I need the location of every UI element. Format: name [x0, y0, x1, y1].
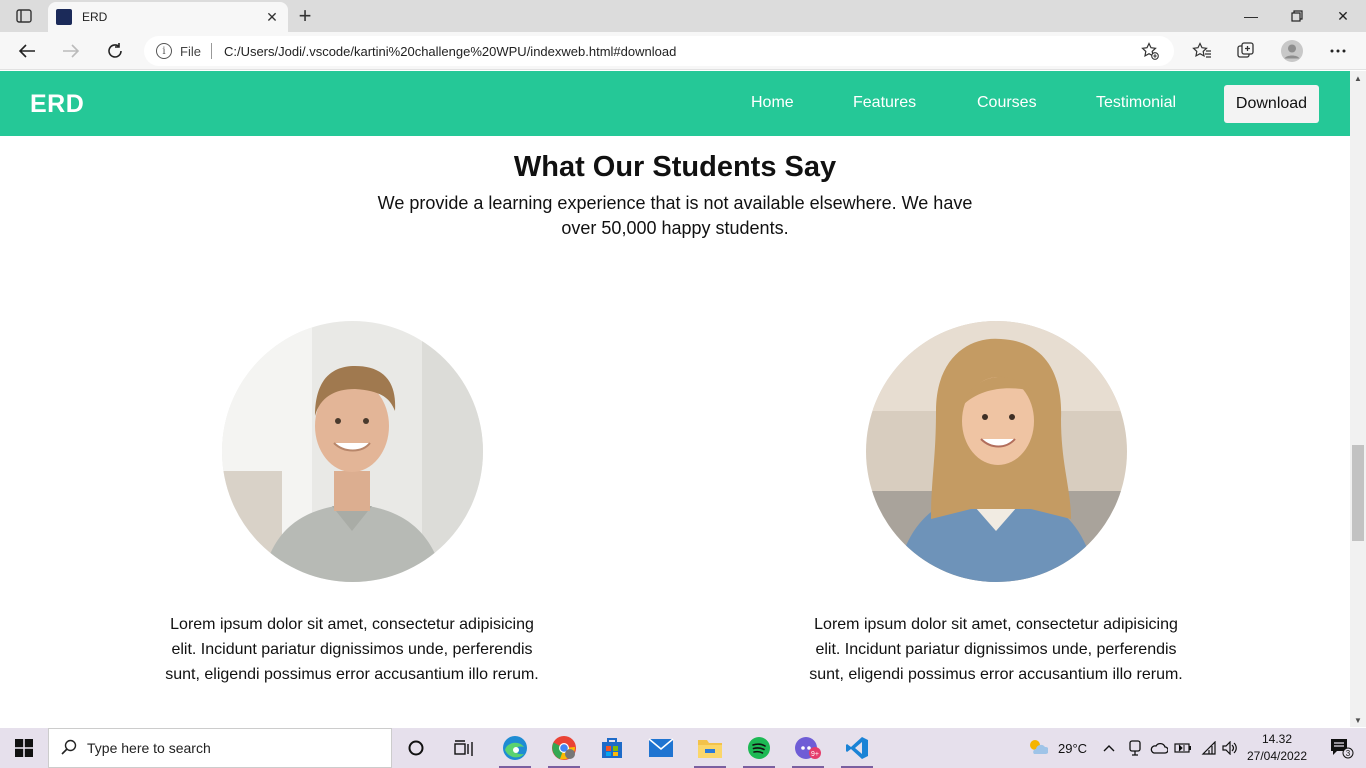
weather-temp: 29°C	[1058, 740, 1088, 756]
testimonial-text-1: Lorem ipsum dolor sit amet, consectetur …	[165, 616, 539, 683]
clock-time: 14.32	[1261, 732, 1293, 746]
meet-now-icon[interactable]	[1128, 728, 1142, 768]
profile-avatar-icon[interactable]	[1277, 36, 1307, 66]
student-male-avatar	[222, 321, 483, 582]
wifi-icon[interactable]	[1200, 728, 1216, 768]
vscode-icon[interactable]	[833, 728, 881, 768]
chrome-icon[interactable]	[540, 728, 588, 768]
discord-icon[interactable]: 9+	[784, 728, 832, 768]
download-button[interactable]: Download	[1224, 85, 1319, 123]
tab-close-icon[interactable]: ✕	[264, 9, 280, 25]
window-close-icon[interactable]: ✕	[1320, 0, 1366, 32]
site-info-icon[interactable]: i	[156, 43, 172, 59]
spotify-icon[interactable]	[735, 728, 783, 768]
weather-sun-icon	[1028, 738, 1050, 759]
back-icon[interactable]	[12, 36, 42, 66]
show-hidden-icons-icon[interactable]	[1103, 728, 1115, 768]
minimize-icon[interactable]: —	[1228, 0, 1274, 32]
edge-browser-icon[interactable]	[491, 728, 539, 768]
refresh-icon[interactable]	[100, 36, 130, 66]
add-favorite-icon[interactable]	[1138, 42, 1162, 60]
scroll-up-icon[interactable]: ▲	[1350, 71, 1366, 85]
browser-toolbar: i File C:/Users/Jodi/.vscode/kartini%20c…	[0, 32, 1366, 70]
notification-count: 3	[1346, 749, 1351, 758]
address-scheme: File	[180, 43, 201, 59]
browser-tab[interactable]: ERD ✕	[48, 2, 288, 32]
nav-link-features[interactable]: Features	[853, 94, 916, 112]
svg-text:9+: 9+	[811, 751, 819, 758]
student-male-photo-icon	[222, 321, 483, 582]
student-female-photo-icon	[866, 321, 1127, 582]
nav-link-testimonial[interactable]: Testimonial	[1096, 94, 1176, 112]
mail-icon[interactable]	[637, 728, 685, 768]
scrollbar-thumb[interactable]	[1352, 445, 1364, 541]
windows-taskbar: Type here to search 9+ 29°C 14.32 27/04/…	[0, 728, 1366, 768]
volume-icon[interactable]	[1222, 728, 1238, 768]
student-female-avatar	[866, 321, 1127, 582]
page-viewport: ERD Home Features Courses Testimonial Do…	[0, 71, 1350, 727]
tab-title: ERD	[82, 10, 108, 24]
testimonial-text-2: Lorem ipsum dolor sit amet, consectetur …	[809, 616, 1183, 683]
taskbar-clock[interactable]: 14.32 27/04/2022	[1246, 731, 1308, 765]
address-separator	[210, 43, 212, 59]
nav-link-home[interactable]: Home	[751, 94, 794, 112]
forward-icon[interactable]	[56, 36, 86, 66]
notification-center-icon[interactable]: 3	[1318, 728, 1366, 768]
battery-icon[interactable]	[1174, 728, 1192, 768]
windows-start-icon[interactable]	[0, 728, 48, 768]
new-tab-icon[interactable]: +	[292, 3, 318, 28]
testimonials-title: What Our Students Say	[513, 151, 837, 183]
microsoft-store-icon[interactable]	[588, 728, 636, 768]
site-navbar: ERD Home Features Courses Testimonial Do…	[0, 71, 1350, 136]
taskbar-search-box[interactable]: Type here to search	[48, 728, 392, 768]
site-logo[interactable]: ERD	[30, 90, 84, 119]
restore-icon[interactable]	[1274, 0, 1320, 32]
nav-link-courses[interactable]: Courses	[977, 94, 1037, 112]
weather-widget[interactable]: 29°C	[1028, 728, 1087, 768]
more-menu-icon[interactable]	[1323, 36, 1353, 66]
onedrive-icon[interactable]	[1150, 728, 1168, 768]
scroll-down-icon[interactable]: ▼	[1350, 713, 1366, 727]
search-icon	[61, 739, 77, 758]
clock-date: 27/04/2022	[1246, 749, 1308, 763]
search-placeholder: Type here to search	[87, 740, 211, 756]
browser-tab-strip: ERD ✕ + — ✕	[0, 0, 1366, 32]
site-favicon-icon	[56, 9, 72, 25]
collections-icon[interactable]	[1231, 36, 1261, 66]
tab-actions-icon[interactable]	[8, 6, 40, 26]
file-explorer-icon[interactable]	[686, 728, 734, 768]
favorites-icon[interactable]	[1187, 36, 1217, 66]
address-url[interactable]: C:/Users/Jodi/.vscode/kartini%20challeng…	[224, 44, 1138, 59]
cortana-icon[interactable]	[392, 728, 440, 768]
testimonials-subtitle: We provide a learning experience that is…	[377, 193, 973, 238]
task-view-icon[interactable]	[440, 728, 488, 768]
page-scrollbar[interactable]: ▲ ▼	[1350, 71, 1366, 727]
address-bar[interactable]: i File C:/Users/Jodi/.vscode/kartini%20c…	[144, 36, 1174, 66]
